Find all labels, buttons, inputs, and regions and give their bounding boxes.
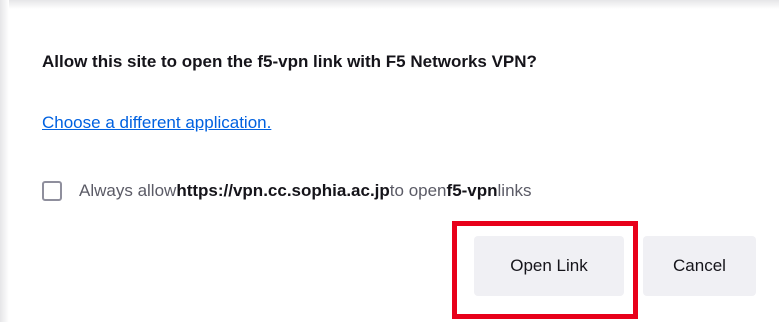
dialog-title: Allow this site to open the f5-vpn link … — [42, 52, 537, 71]
always-allow-checkbox[interactable] — [42, 181, 62, 201]
open-link-button[interactable]: Open Link — [474, 236, 624, 296]
always-allow-protocol: f5-vpn — [446, 181, 498, 200]
external-protocol-dialog: Allow this site to open the f5-vpn link … — [9, 9, 779, 322]
always-allow-site: https://vpn.cc.sophia.ac.jp — [176, 181, 390, 200]
always-allow-suffix: links — [497, 181, 532, 200]
always-allow-middle: to open — [389, 181, 447, 200]
cancel-button[interactable]: Cancel — [643, 236, 756, 296]
dialog-shadow-top — [0, 0, 779, 9]
page: Allow this site to open the f5-vpn link … — [0, 0, 779, 322]
choose-different-application-link[interactable]: Choose a different application. — [42, 113, 271, 133]
always-allow-prefix: Always allow — [79, 181, 177, 200]
dialog-shadow-left — [0, 0, 9, 322]
always-allow-row[interactable]: Always allow https://vpn.cc.sophia.ac.jp… — [42, 179, 532, 203]
